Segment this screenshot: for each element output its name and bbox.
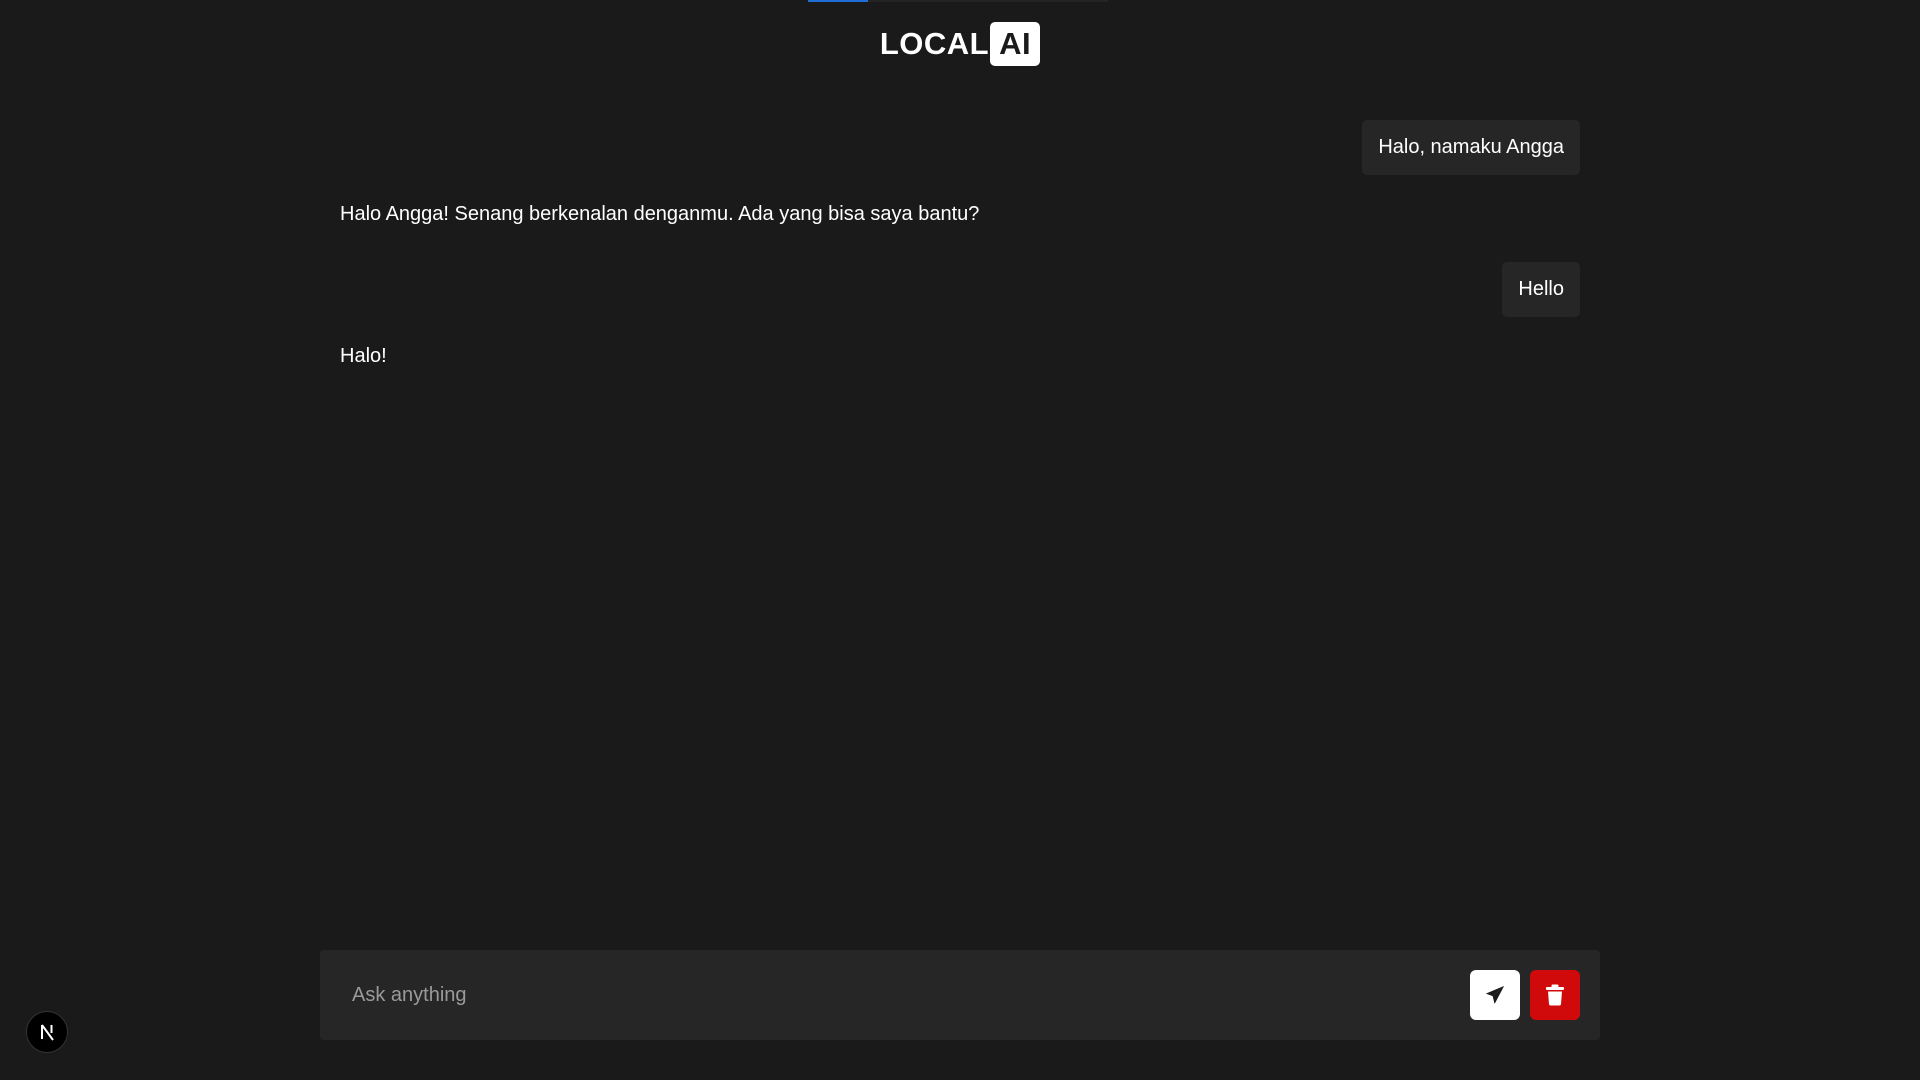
chat-thread: Halo, namaku Angga Halo Angga! Senang be…: [340, 120, 1580, 404]
assistant-message: Halo!: [340, 345, 387, 367]
user-message: Halo, namaku Angga: [1362, 120, 1580, 175]
logo-text-ai: AI: [990, 22, 1041, 66]
paper-plane-icon: [1485, 985, 1505, 1004]
assistant-message: Halo Angga! Senang berkenalan denganmu. …: [340, 203, 980, 225]
trash-icon: [1546, 984, 1564, 1006]
header: LOCAL AI: [0, 22, 1920, 66]
nextjs-n-icon: [41, 1024, 54, 1041]
app-root: LOCAL AI Halo, namaku Angga Halo Angga! …: [0, 0, 1920, 1080]
nextjs-dev-badge[interactable]: [26, 1011, 68, 1053]
chat-input[interactable]: [350, 982, 1460, 1008]
app-logo: LOCAL AI: [879, 22, 1041, 66]
chat-composer: [320, 950, 1600, 1040]
loading-progress-fill: [808, 0, 868, 2]
logo-text-local: LOCAL: [879, 26, 990, 61]
clear-chat-button[interactable]: [1530, 970, 1580, 1020]
loading-progress-bar: [808, 0, 1108, 2]
user-message: Hello: [1502, 262, 1580, 317]
send-button[interactable]: [1470, 970, 1520, 1020]
